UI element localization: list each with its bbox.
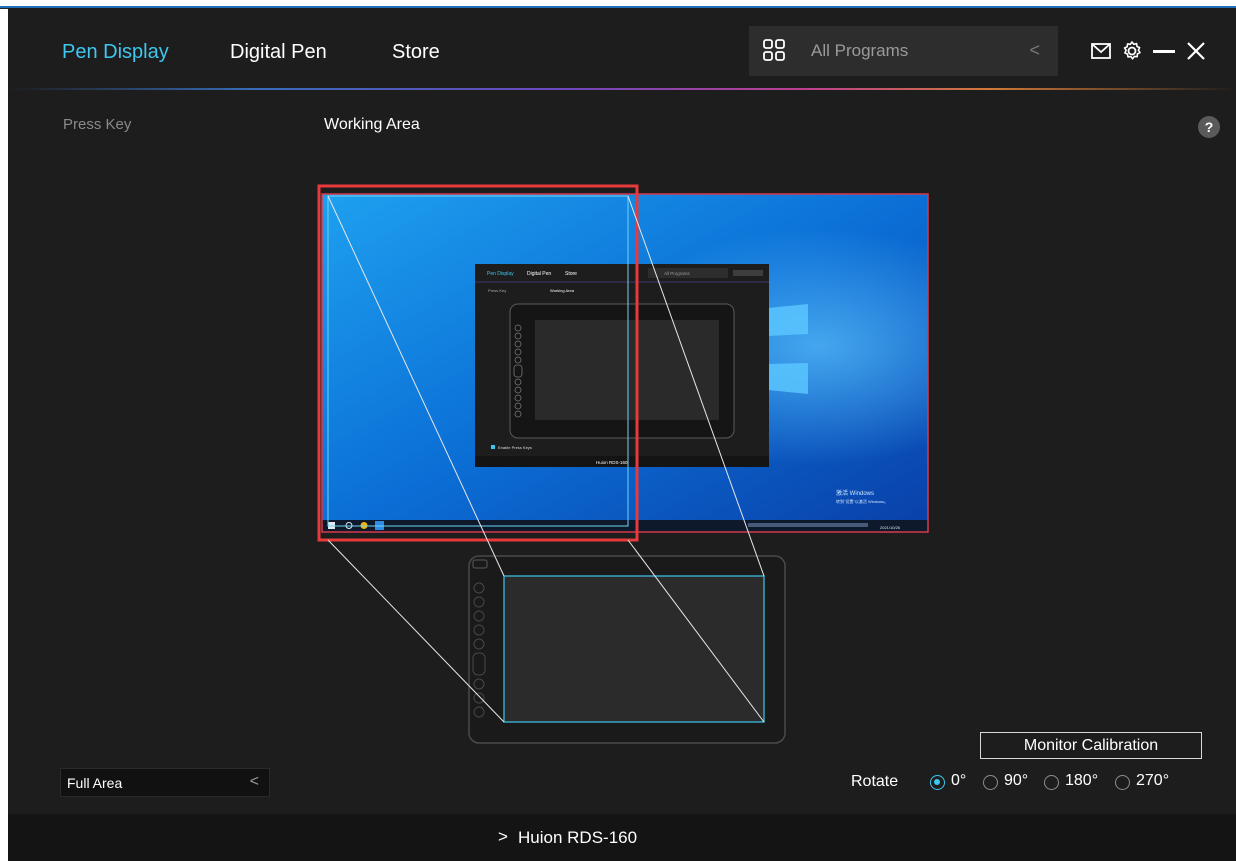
mini-programs-label: All Programs bbox=[664, 271, 691, 276]
rotate-270-label: 270° bbox=[1136, 772, 1170, 789]
mini-tab-pen-display: Pen Display bbox=[487, 271, 514, 277]
rotate-label: Rotate bbox=[851, 773, 899, 790]
corner-mark bbox=[0, 8, 8, 9]
tray-icons bbox=[748, 523, 868, 527]
rotate-180-radio[interactable] bbox=[1044, 775, 1059, 790]
area-dropdown[interactable]: Full Area < bbox=[60, 768, 270, 797]
area-dropdown-value: Full Area bbox=[67, 775, 123, 791]
tablet-device bbox=[468, 555, 786, 744]
chevron-right-icon: > bbox=[498, 827, 508, 846]
device-footer[interactable]: > Huion RDS-160 bbox=[8, 814, 1236, 861]
watermark-line-1: 激活 Windows bbox=[836, 489, 874, 497]
mini-checkbox-label: Enable Press Keys bbox=[498, 445, 532, 450]
rotate-90-label: 90° bbox=[1004, 772, 1029, 789]
rotate-0-radio[interactable] bbox=[930, 775, 945, 790]
rotate-90-radio[interactable] bbox=[983, 775, 998, 790]
mini-tab-digital-pen: Digital Pen bbox=[527, 271, 551, 277]
mini-checkbox bbox=[491, 445, 495, 449]
mini-app-window: Pen Display Digital Pen Store All Progra… bbox=[475, 264, 769, 467]
tablet-active-area bbox=[503, 575, 765, 723]
monitor-calibration-button[interactable]: Monitor Calibration bbox=[980, 732, 1202, 759]
rotate-270-radio[interactable] bbox=[1115, 775, 1130, 790]
device-name: Huion RDS-160 bbox=[518, 828, 638, 847]
working-area-preview: 激活 Windows 转到"设置"以激活 Windows。 2021/10/26… bbox=[317, 184, 929, 744]
taskbar-date: 2021/10/26 bbox=[880, 525, 901, 530]
rotate-0-label: 0° bbox=[951, 772, 967, 789]
mini-window-controls bbox=[733, 270, 763, 276]
mini-working-area: Working Area bbox=[550, 288, 575, 293]
rotate-180-label: 180° bbox=[1065, 772, 1099, 789]
mini-press-key: Press Key bbox=[488, 288, 506, 293]
app-window: Pen Display Digital Pen Store All Progra… bbox=[8, 8, 1236, 861]
window-top-edge bbox=[0, 0, 1236, 8]
watermark-line-2: 转到"设置"以激活 Windows。 bbox=[836, 498, 888, 504]
mini-tab-store: Store bbox=[565, 271, 577, 277]
chevron-left-icon: < bbox=[249, 773, 259, 790]
mini-device-label: Huion RDS-160 bbox=[596, 460, 628, 465]
